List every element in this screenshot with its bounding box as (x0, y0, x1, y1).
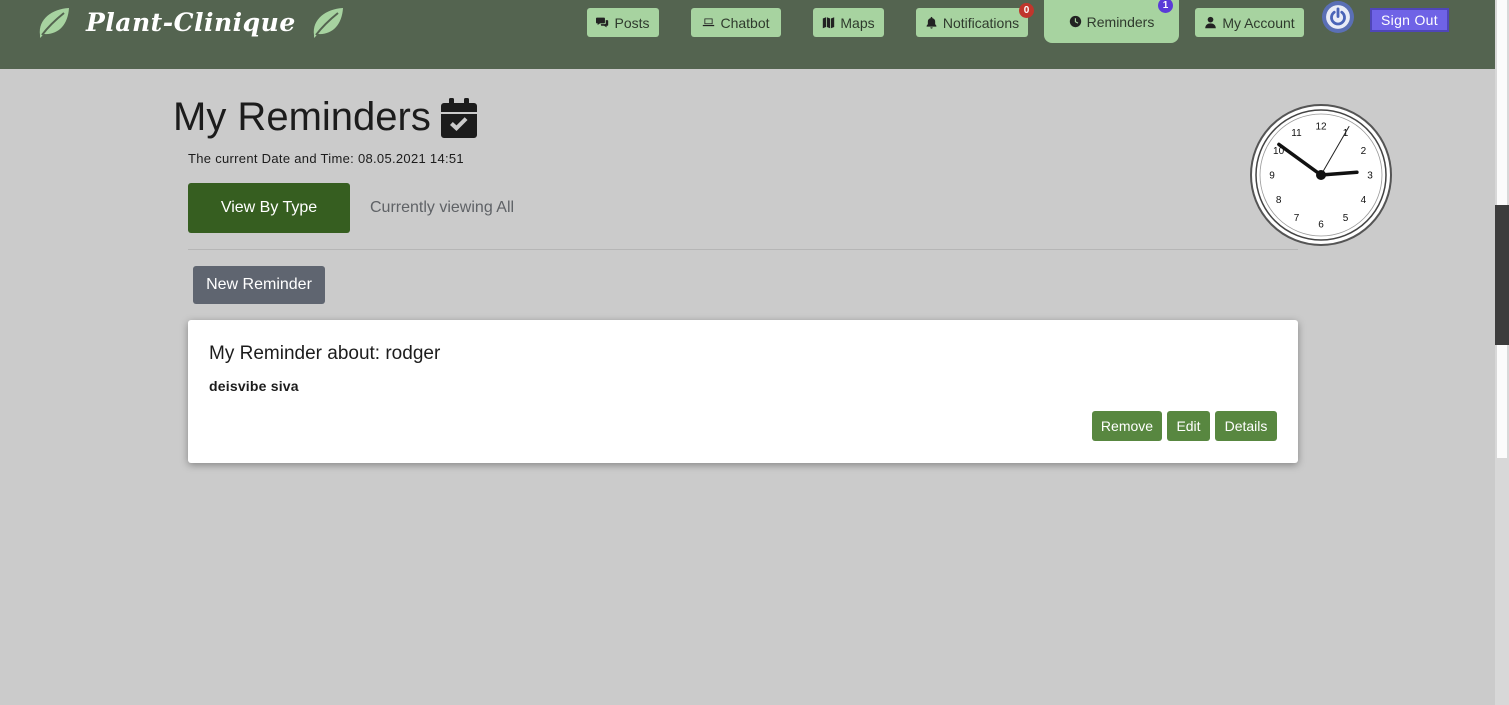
scrollbar-shade (1495, 205, 1509, 345)
map-icon (823, 17, 835, 29)
brand-name: Plant-Clinique (86, 7, 296, 37)
bell-icon (926, 16, 937, 29)
nav-maps-label: Maps (840, 14, 875, 31)
brand[interactable]: Plant-Clinique (34, 2, 346, 42)
page-title-text: My Reminders (173, 95, 431, 139)
calendar-check-icon (440, 97, 477, 138)
clock-numeral: 1 (1343, 128, 1349, 139)
page-title: My Reminders (173, 95, 477, 140)
edit-button[interactable]: Edit (1167, 411, 1210, 441)
clock-center-pin (1316, 170, 1326, 180)
nav-maps-button[interactable]: Maps (813, 8, 884, 37)
reminder-title-prefix: My Reminder about: (209, 343, 386, 364)
new-reminder-button[interactable]: New Reminder (193, 266, 325, 304)
currently-viewing-label: Currently viewing All (370, 199, 515, 216)
clock-numeral: 5 (1343, 213, 1349, 224)
nav-notifications-button[interactable]: Notifications 0 (916, 3, 1034, 37)
clock-numeral: 11 (1291, 128, 1302, 139)
reminder-body: deisvibe siva (209, 378, 299, 394)
clock-numeral: 6 (1318, 220, 1324, 231)
clock-numeral: 7 (1294, 213, 1300, 224)
nav-my-account-button[interactable]: My Account (1195, 8, 1304, 37)
analog-clock: 121234567891011 (1250, 104, 1392, 246)
nav-posts-button[interactable]: Posts (587, 8, 659, 37)
reminders-count-badge: 1 (1158, 0, 1173, 13)
nav-posts-label: Posts (614, 14, 650, 31)
clock-numeral: 8 (1276, 195, 1282, 206)
nav-notifications-label: Notifications (942, 14, 1020, 31)
clock-icon (1069, 15, 1081, 28)
notifications-count-badge: 0 (1019, 3, 1034, 18)
clock-numeral: 12 (1315, 122, 1327, 133)
nav-reminders-label: Reminders (1086, 13, 1155, 30)
nav-chatbot-button[interactable]: Chatbot (691, 8, 781, 37)
nav-chatbot-label: Chatbot (720, 14, 770, 31)
leaf-icon (34, 5, 72, 39)
clock-numeral: 4 (1361, 195, 1367, 206)
sign-out-button[interactable]: Sign Out (1370, 8, 1449, 32)
power-icon[interactable] (1322, 1, 1354, 33)
top-navbar: Plant-Clinique Posts Chatbot Maps Notifi… (0, 0, 1495, 69)
current-datetime: The current Date and Time: 08.05.2021 14… (188, 151, 464, 166)
nav-reminders-button[interactable]: Reminders 1 (1044, 0, 1179, 43)
view-by-type-button[interactable]: View By Type (188, 183, 350, 233)
clock-numeral: 2 (1361, 146, 1367, 157)
reminder-title: My Reminder about: rodger (209, 343, 440, 365)
divider (188, 249, 1298, 250)
clock-numeral: 3 (1367, 171, 1373, 182)
user-icon (1205, 16, 1217, 29)
reminder-subject: rodger (385, 343, 441, 364)
laptop-icon (703, 18, 715, 27)
reminder-card: My Reminder about: rodger deisvibe siva … (188, 320, 1298, 463)
nav-my-account-label: My Account (1222, 14, 1295, 31)
leaf-icon (308, 5, 346, 39)
comments-icon (596, 17, 609, 28)
clock-numeral: 9 (1269, 171, 1275, 182)
remove-button[interactable]: Remove (1092, 411, 1162, 441)
details-button[interactable]: Details (1215, 411, 1277, 441)
page-scrollbar[interactable] (1495, 0, 1509, 705)
